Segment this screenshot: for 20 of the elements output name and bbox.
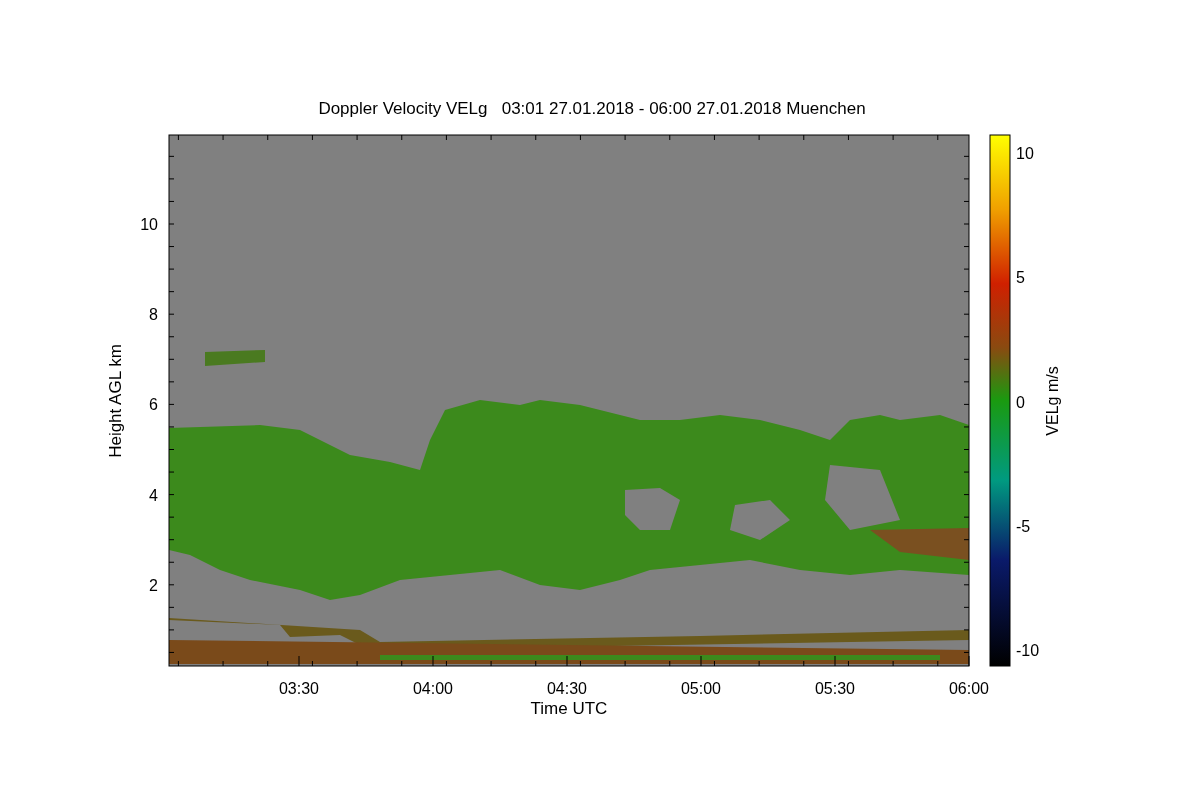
x-tick-label: 04:00 — [413, 680, 453, 697]
y-tick-label: 10 — [140, 216, 158, 233]
colorbar-label: VELg m/s — [1044, 366, 1061, 436]
x-axis-label: Time UTC — [530, 699, 608, 718]
y-axis-label: Height AGL km — [106, 344, 125, 458]
colorbar-tick-label: -5 — [1016, 517, 1031, 535]
colorbar-tick-label: 10 — [1016, 145, 1034, 162]
x-tick-label: 05:30 — [815, 680, 855, 697]
colorbar-tick-label: -10 — [1016, 642, 1040, 659]
x-tick-label: 05:00 — [681, 680, 721, 697]
x-tick-label: 06:00 — [949, 680, 989, 697]
y-tick-label: 4 — [149, 486, 158, 504]
y-tick-label: 6 — [149, 396, 158, 414]
y-tick-label: 8 — [149, 306, 158, 324]
x-tick-label: 03:30 — [279, 680, 319, 697]
colorbar-tick-label: 0 — [1016, 393, 1025, 411]
x-tick-label: 04:30 — [547, 680, 587, 697]
y-tick-label: 2 — [149, 576, 158, 594]
chart-title: Doppler Velocity VELg 03:01 27.01.2018 - 06:00 27.01.2018 Muenchen — [318, 99, 866, 118]
colorbar-tick-label: 5 — [1016, 269, 1025, 287]
